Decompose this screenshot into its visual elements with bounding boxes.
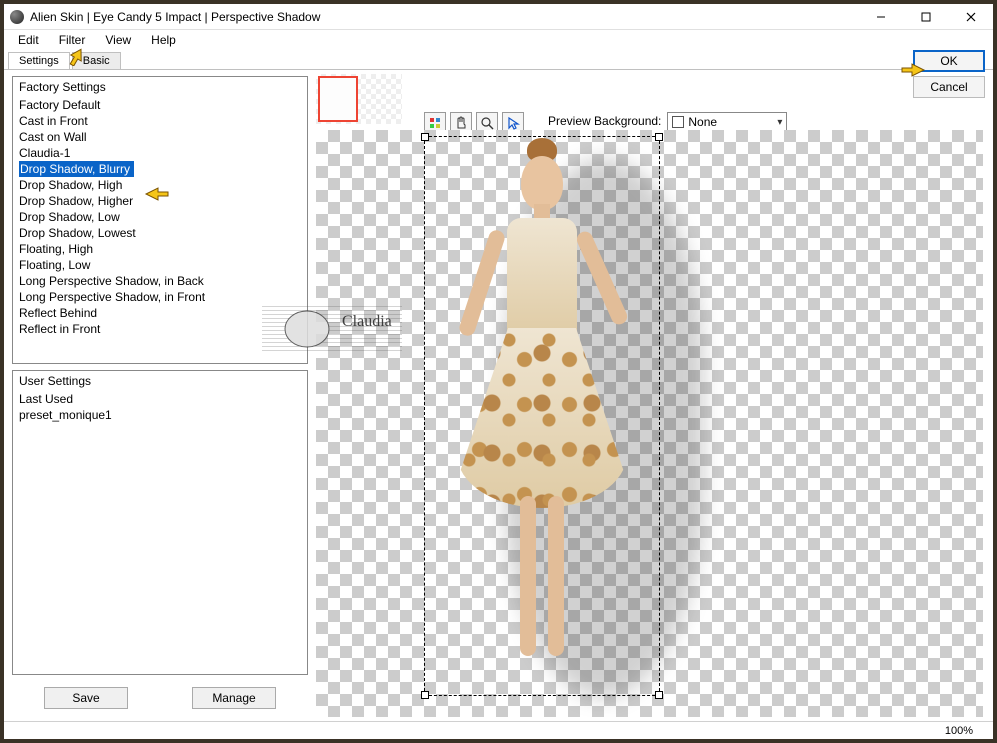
maximize-button[interactable] <box>903 4 948 30</box>
handle-se[interactable] <box>655 691 663 699</box>
factory-item[interactable]: Drop Shadow, High <box>13 177 307 193</box>
factory-item[interactable]: Floating, Low <box>13 257 307 273</box>
factory-item[interactable]: Long Perspective Shadow, in Front <box>13 289 307 305</box>
close-button[interactable] <box>948 4 993 30</box>
tab-row: Settings Basic <box>4 50 993 70</box>
user-item[interactable]: preset_monique1 <box>13 407 307 423</box>
preview-bg-value: None <box>688 115 717 129</box>
tab-basic[interactable]: Basic <box>72 52 121 69</box>
preview-canvas[interactable] <box>316 130 983 717</box>
preview-bg-label: Preview Background: <box>548 114 661 128</box>
factory-item[interactable]: Factory Default <box>13 97 307 113</box>
handle-nw[interactable] <box>421 133 429 141</box>
factory-item[interactable]: Long Perspective Shadow, in Back <box>13 273 307 289</box>
menubar: Edit Filter View Help <box>4 30 993 50</box>
user-item[interactable]: Last Used <box>13 391 307 407</box>
manage-button[interactable]: Manage <box>192 687 276 709</box>
factory-item[interactable]: Drop Shadow, Higher <box>13 193 307 209</box>
left-panel: Factory Settings Factory DefaultCast in … <box>4 70 316 721</box>
preview-swatch <box>672 116 684 128</box>
thumbnail-selected[interactable] <box>318 76 358 122</box>
selection-box[interactable] <box>424 136 660 696</box>
factory-item[interactable]: Reflect in Front <box>13 321 307 337</box>
app-icon <box>10 10 24 24</box>
preview-bg-select[interactable]: None <box>667 112 787 132</box>
factory-item[interactable]: Claudia-1 <box>13 145 307 161</box>
ok-button[interactable]: OK <box>913 50 985 72</box>
factory-item[interactable]: Drop Shadow, Blurry <box>19 161 134 177</box>
factory-header: Factory Settings <box>13 77 307 97</box>
thumbnail-strip[interactable] <box>316 74 404 126</box>
right-panel: OK Cancel Preview Background: None <box>316 70 993 721</box>
save-button[interactable]: Save <box>44 687 128 709</box>
titlebar: Alien Skin | Eye Candy 5 Impact | Perspe… <box>4 4 993 30</box>
handle-sw[interactable] <box>421 691 429 699</box>
window-title: Alien Skin | Eye Candy 5 Impact | Perspe… <box>30 10 858 24</box>
handle-ne[interactable] <box>655 133 663 141</box>
menu-filter[interactable]: Filter <box>51 31 94 49</box>
minimize-button[interactable] <box>858 4 903 30</box>
factory-item[interactable]: Reflect Behind <box>13 305 307 321</box>
user-settings-list[interactable]: User Settings Last Usedpreset_monique1 <box>12 370 308 675</box>
factory-item[interactable]: Drop Shadow, Lowest <box>13 225 307 241</box>
factory-item[interactable]: Drop Shadow, Low <box>13 209 307 225</box>
tab-settings[interactable]: Settings <box>8 52 70 69</box>
menu-help[interactable]: Help <box>143 31 184 49</box>
menu-view[interactable]: View <box>97 31 139 49</box>
factory-item[interactable]: Cast in Front <box>13 113 307 129</box>
zoom-level: 100% <box>945 725 973 737</box>
menu-edit[interactable]: Edit <box>10 31 47 49</box>
factory-item[interactable]: Cast on Wall <box>13 129 307 145</box>
factory-settings-list[interactable]: Factory Settings Factory DefaultCast in … <box>12 76 308 364</box>
user-header: User Settings <box>13 371 307 391</box>
statusbar: 100% <box>4 721 993 739</box>
factory-item[interactable]: Floating, High <box>13 241 307 257</box>
cancel-button[interactable]: Cancel <box>913 76 985 98</box>
